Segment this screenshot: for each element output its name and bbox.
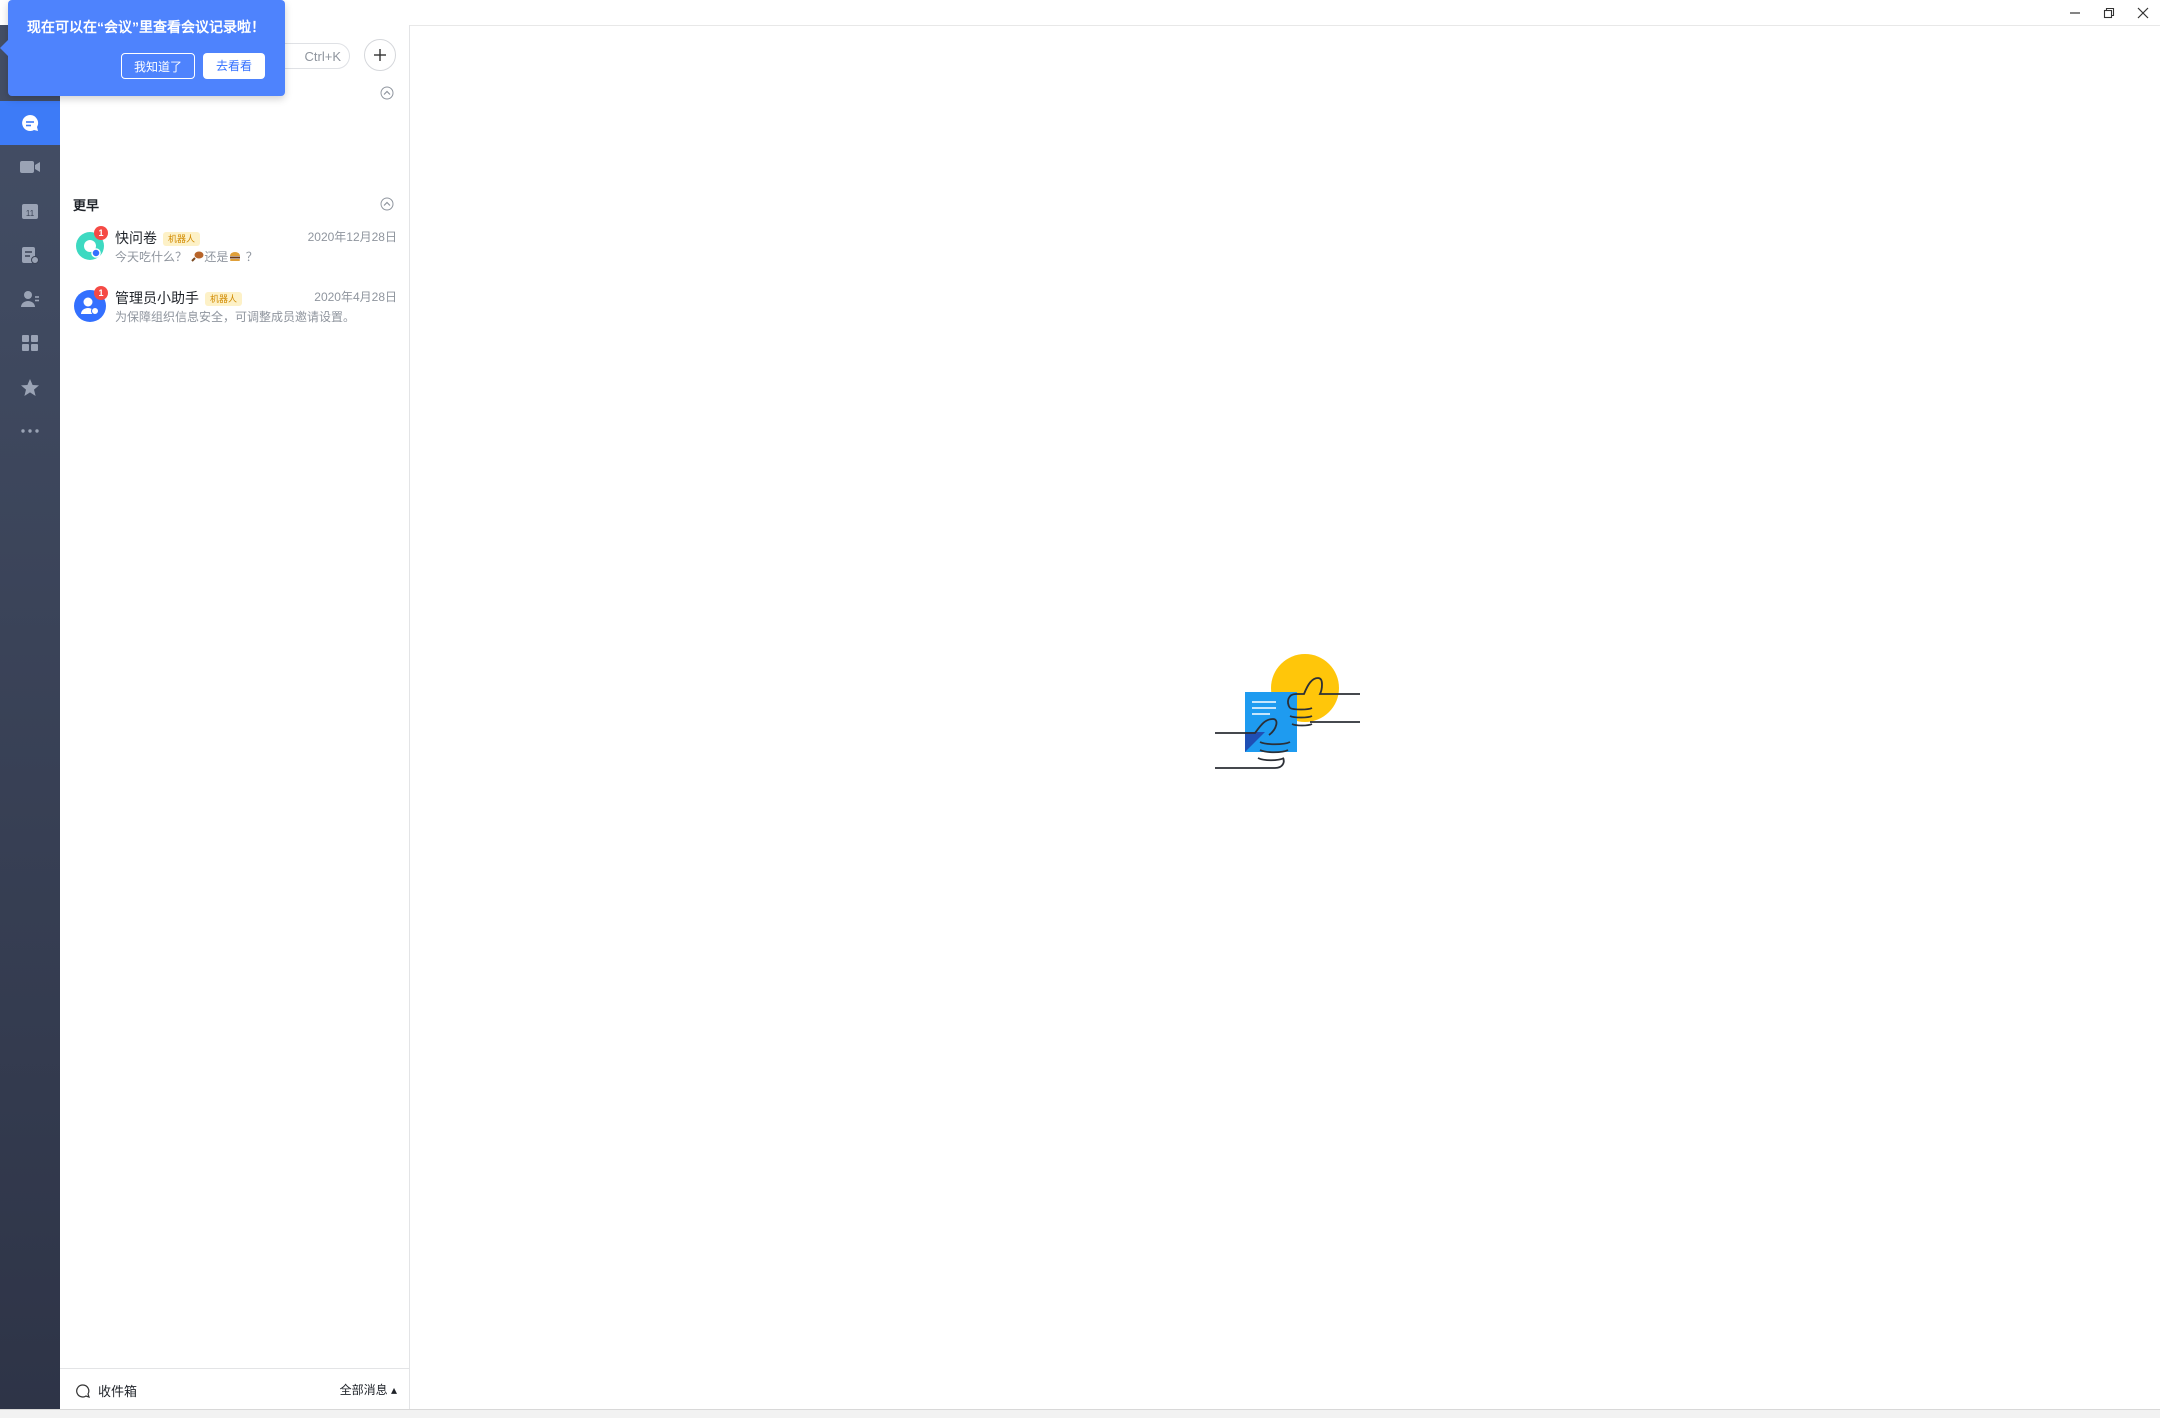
empty-state-illustration <box>1215 654 1360 769</box>
chat-preview-text-b: 还是 <box>204 250 229 264</box>
close-button[interactable] <box>2126 0 2160 25</box>
rail-item-video[interactable] <box>0 145 60 189</box>
chat-name: 快问卷 <box>115 230 157 246</box>
video-camera-icon <box>20 161 40 173</box>
inbox-bubble-icon <box>76 1383 90 1398</box>
rail-item-favorites[interactable] <box>0 365 60 409</box>
plus-icon <box>374 49 386 61</box>
chat-title: 快问卷 机器人 <box>115 228 201 248</box>
section-earlier-header: 更早 <box>73 198 100 213</box>
chat-list-footer: 收件箱 全部消息 ▴ <box>60 1368 409 1409</box>
unread-badge: 1 <box>94 226 108 240</box>
nav-rail: 11 <box>0 25 60 1409</box>
rail-item-contacts[interactable] <box>0 277 60 321</box>
collapse-earlier-icon[interactable] <box>380 197 394 211</box>
bot-tag: 机器人 <box>205 292 243 307</box>
close-icon <box>2137 7 2149 18</box>
meeting-records-tip: 现在可以在“会议”里查看会议记录啦！ 我知道了 去看看 <box>0 0 285 96</box>
chat-preview: 为保障组织信息安全，可调整成员邀请设置。 <box>115 310 356 324</box>
title-bar <box>0 0 2160 26</box>
rail-item-more[interactable] <box>0 409 60 453</box>
chat-name: 管理员小助手 <box>115 290 199 306</box>
chat-time: 2020年4月28日 <box>314 290 397 304</box>
chat-preview: 今天吃什么？ 还是 ？ <box>115 248 258 265</box>
rail-item-workplace[interactable] <box>0 321 60 365</box>
collapse-pinned-icon[interactable] <box>380 86 394 100</box>
add-button[interactable] <box>364 39 396 71</box>
document-edit-icon <box>22 247 39 264</box>
contacts-icon <box>21 291 39 307</box>
calendar-icon: 11 <box>22 204 38 219</box>
rail-item-docs[interactable] <box>0 233 60 277</box>
unread-badge: 1 <box>94 286 108 300</box>
chat-preview-text-c: ？ <box>245 250 258 264</box>
tip-dismiss-button[interactable]: 我知道了 <box>121 53 195 79</box>
rail-item-messages[interactable] <box>0 101 60 145</box>
tip-arrow <box>0 40 8 56</box>
burger-emoji-icon <box>230 252 241 261</box>
star-icon <box>21 378 39 396</box>
minimize-button[interactable] <box>2058 0 2092 25</box>
message-filter-dropdown[interactable]: 全部消息 ▴ <box>340 1381 397 1398</box>
restore-button[interactable] <box>2092 0 2126 25</box>
chat-preview-text-a: 今天吃什么？ <box>115 250 188 264</box>
chat-list-item[interactable]: 1 快问卷 机器人 2020年12月28日 今天吃什么？ 还是 ？ <box>60 226 409 284</box>
chat-title: 管理员小助手 机器人 <box>115 288 243 308</box>
tip-text: 现在可以在“会议”里查看会议记录啦！ <box>27 19 265 35</box>
search-shortcut-hint: Ctrl+K <box>304 49 341 64</box>
inbox-label: 收件箱 <box>98 1384 138 1399</box>
chat-list-item[interactable]: 1 管理员小助手 机器人 2020年4月28日 为保障组织信息安全，可调整成员邀请… <box>60 286 409 344</box>
rail-item-calendar[interactable]: 11 <box>0 189 60 233</box>
minimize-icon <box>2070 11 2080 14</box>
svg-text:11: 11 <box>26 209 35 218</box>
chat-bubble-icon <box>22 114 39 131</box>
chat-time: 2020年12月28日 <box>307 230 397 244</box>
apps-grid-icon <box>22 335 38 351</box>
drumstick-emoji-icon <box>191 251 204 262</box>
inbox-button[interactable]: 收件箱 <box>76 1381 137 1400</box>
restore-icon <box>2103 7 2115 18</box>
bot-tag: 机器人 <box>163 232 201 247</box>
more-dots-icon <box>21 429 39 433</box>
tip-go-button[interactable]: 去看看 <box>203 53 265 79</box>
